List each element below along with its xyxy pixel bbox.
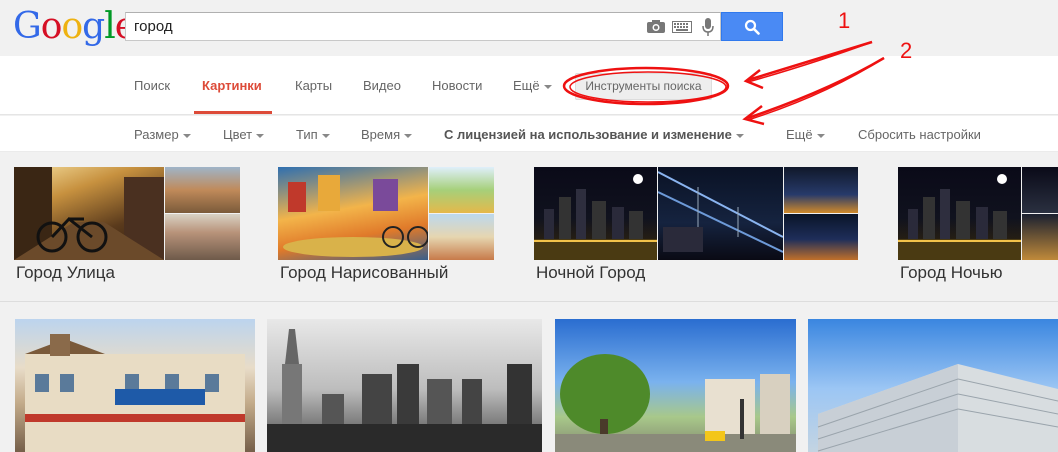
category-label: Город Ночью xyxy=(900,263,1003,282)
tab-images[interactable]: Картинки xyxy=(202,78,262,93)
search-tools-button[interactable]: Инструменты поиска xyxy=(575,73,712,100)
category-thumbnail xyxy=(658,167,783,260)
result-image[interactable] xyxy=(267,319,542,452)
category-thumbnail xyxy=(784,214,858,260)
bridge-image xyxy=(658,171,783,253)
category-label: Ночной Город xyxy=(536,263,646,282)
category-thumbnail xyxy=(165,214,240,260)
search-icon xyxy=(744,19,760,35)
chevron-down-icon xyxy=(182,133,191,138)
filter-type-label: Тип xyxy=(296,127,318,142)
category-thumbnail xyxy=(1022,167,1058,213)
logo-letter: l xyxy=(104,6,115,47)
chevron-down-icon xyxy=(404,133,413,138)
search-tabs: Поиск Картинки Карты Видео Новости Ещё И… xyxy=(0,56,1058,115)
chevron-down-icon xyxy=(543,84,552,89)
filter-time[interactable]: Время xyxy=(361,127,413,142)
microphone-icon[interactable] xyxy=(702,17,714,37)
filter-more[interactable]: Ещё xyxy=(786,127,825,142)
category-label: Город Нарисованный xyxy=(280,263,449,282)
filter-color[interactable]: Цвет xyxy=(223,127,265,142)
search-input[interactable] xyxy=(134,13,634,40)
tab-more-label: Ещё xyxy=(513,78,540,93)
search-button[interactable] xyxy=(721,12,783,41)
building-image xyxy=(25,334,245,452)
active-tab-indicator xyxy=(194,111,272,114)
category-thumbnail xyxy=(14,167,164,260)
search-tools-bar: Размер Цвет Тип Время С лицензией на исп… xyxy=(0,116,1058,152)
logo-letter: o xyxy=(40,6,63,47)
category-thumbnail xyxy=(784,167,858,213)
filter-size-label: Размер xyxy=(134,127,179,142)
category-thumbnail xyxy=(898,167,1021,260)
apartment-block-image xyxy=(817,364,1058,452)
tab-video[interactable]: Видео xyxy=(363,78,401,93)
painting-image xyxy=(283,175,428,257)
tab-maps[interactable]: Карты xyxy=(295,78,332,93)
related-category-street[interactable]: Город Улица xyxy=(14,167,240,287)
reset-settings-link[interactable]: Сбросить настройки xyxy=(858,127,981,142)
google-images-page: Google xyxy=(0,0,1058,452)
logo-letter: g xyxy=(82,6,105,47)
related-category-night-city[interactable]: Ночной Город xyxy=(534,167,858,287)
category-thumbnail xyxy=(429,214,494,260)
annotation-number-2: 2 xyxy=(900,38,913,63)
result-image[interactable] xyxy=(555,319,796,452)
related-searches: Город Улица Город Нарисованный Ночной Го… xyxy=(0,152,1058,302)
image-results xyxy=(0,303,1058,452)
skyscrapers-image xyxy=(267,329,542,452)
filter-time-label: Время xyxy=(361,127,401,142)
category-thumbnail xyxy=(278,167,428,260)
tab-search[interactable]: Поиск xyxy=(134,78,170,93)
filter-type[interactable]: Тип xyxy=(296,127,330,142)
category-thumbnail xyxy=(534,167,657,260)
chevron-down-icon xyxy=(735,133,744,138)
annotation-number-1: 1 xyxy=(838,8,851,33)
category-thumbnail xyxy=(165,167,240,213)
bicycle-image xyxy=(14,167,164,260)
category-thumbnail xyxy=(1022,214,1058,260)
keyboard-icon[interactable] xyxy=(672,21,692,33)
related-category-city-at-night[interactable]: Город Ночью xyxy=(898,167,1058,287)
filter-license-label: С лицензией на использование и изменение xyxy=(444,127,732,142)
search-box xyxy=(125,12,721,41)
filter-color-label: Цвет xyxy=(223,127,253,142)
chevron-down-icon xyxy=(816,133,825,138)
tab-more[interactable]: Ещё xyxy=(513,78,552,93)
google-logo[interactable]: Google xyxy=(13,6,136,47)
category-label: Город Улица xyxy=(16,263,115,282)
chevron-down-icon xyxy=(321,133,330,138)
filter-more-label: Ещё xyxy=(786,127,813,142)
logo-letter: o xyxy=(61,6,83,47)
night-skyline-image xyxy=(534,174,657,260)
result-image[interactable] xyxy=(15,319,255,452)
street-trees-image xyxy=(555,354,796,452)
night-skyline-image xyxy=(898,174,1021,260)
result-image[interactable] xyxy=(808,319,1058,452)
chevron-down-icon xyxy=(256,133,265,138)
tab-news[interactable]: Новости xyxy=(432,78,482,93)
camera-icon[interactable] xyxy=(646,19,666,34)
filter-license[interactable]: С лицензией на использование и изменение xyxy=(444,127,744,142)
logo-letter: G xyxy=(13,6,42,47)
related-category-drawn[interactable]: Город Нарисованный xyxy=(278,167,494,287)
filter-size[interactable]: Размер xyxy=(134,127,191,142)
category-thumbnail xyxy=(429,167,494,213)
